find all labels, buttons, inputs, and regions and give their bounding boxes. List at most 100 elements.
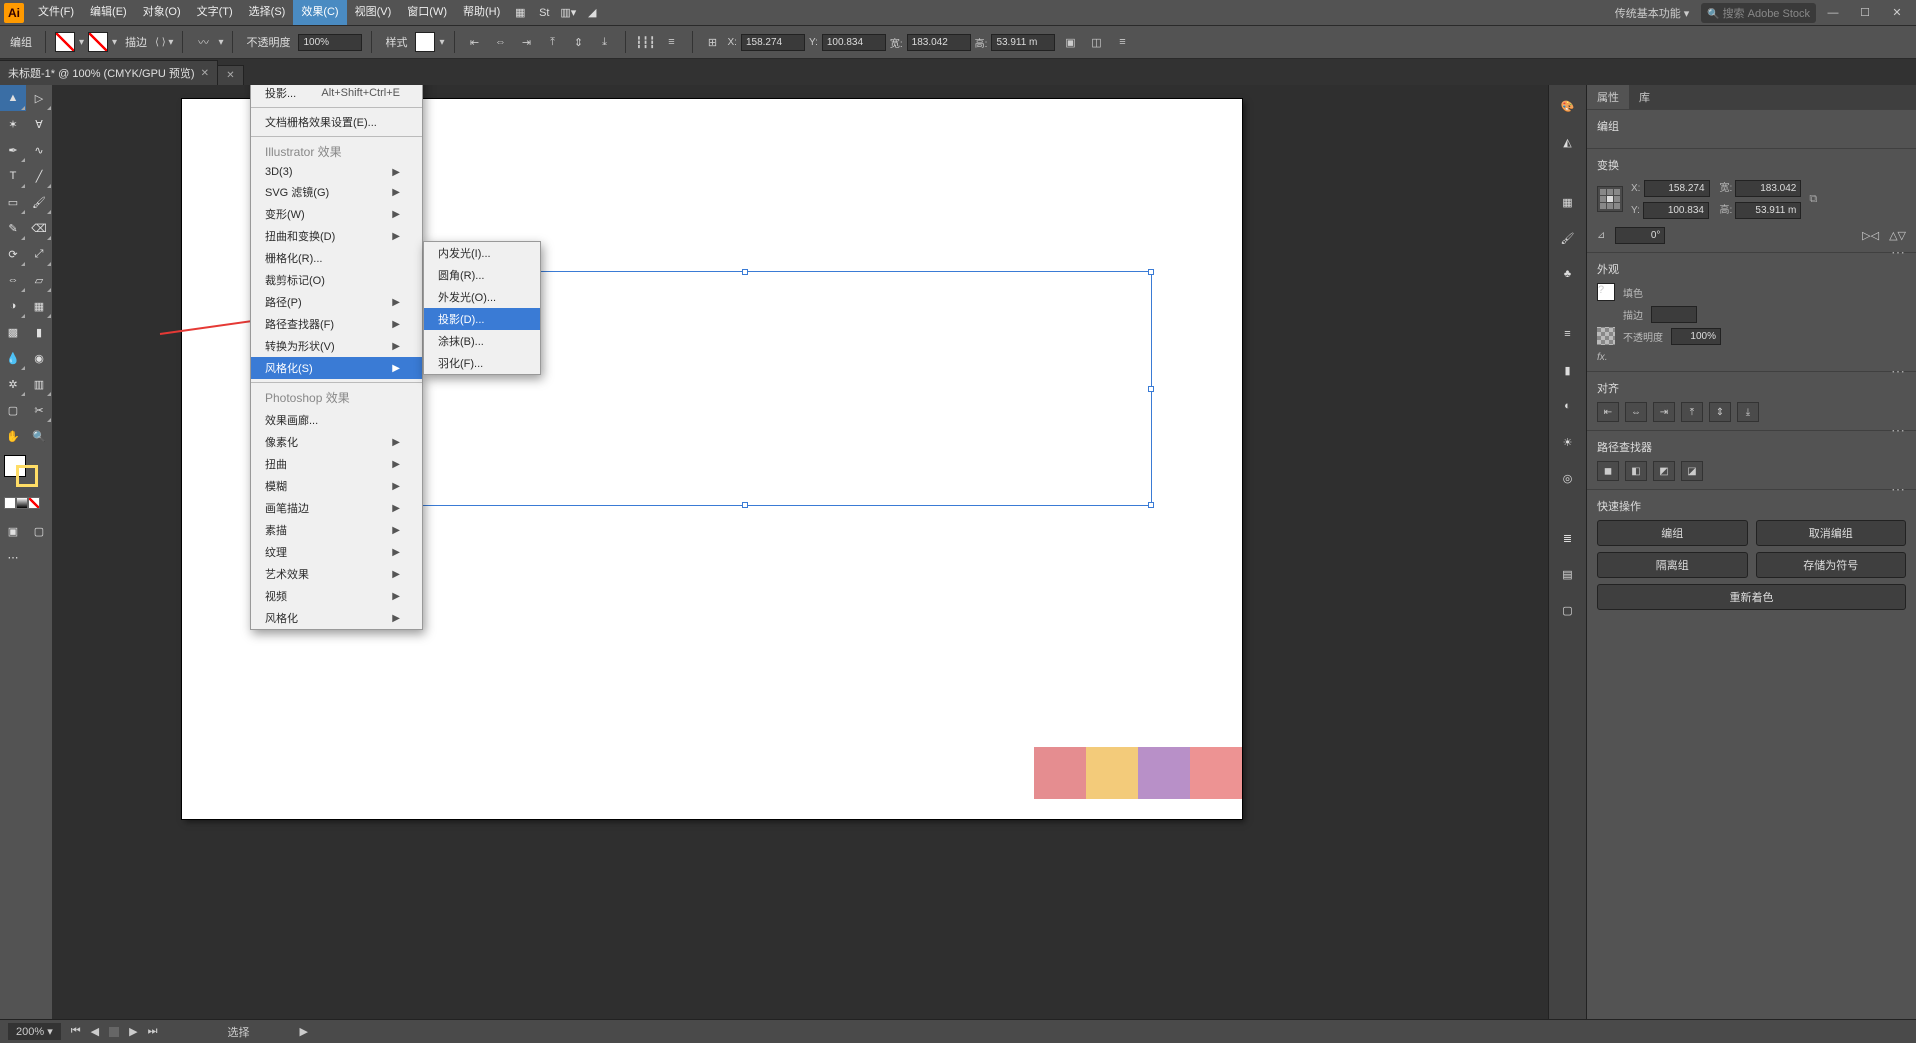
dock-colorguide-icon[interactable]: ◭ — [1555, 129, 1581, 155]
menu-stylize-ps[interactable]: 风格化▶ — [251, 607, 422, 629]
flip-v-icon[interactable]: △▽ — [1889, 229, 1906, 242]
menu-select[interactable]: 选择(S) — [241, 0, 294, 25]
gradient-tool[interactable]: ▮ — [26, 319, 52, 345]
search-stock[interactable]: 🔍 搜索 Adobe Stock — [1701, 3, 1816, 23]
dock-appearance-icon[interactable]: ☀ — [1555, 429, 1581, 455]
paintbrush-tool[interactable]: 🖌 — [26, 189, 52, 215]
distribute-v-icon[interactable]: ≡ — [661, 31, 683, 53]
window-maximize[interactable]: ☐ — [1850, 4, 1880, 22]
blend-tool[interactable]: ◉ — [26, 345, 52, 371]
window-close[interactable]: ✕ — [1882, 4, 1912, 22]
menu-rasterize[interactable]: 栅格化(R)... — [251, 247, 422, 269]
menu-file[interactable]: 文件(F) — [30, 0, 82, 25]
dock-swatches-icon[interactable]: ▦ — [1555, 189, 1581, 215]
menu-effect-gallery[interactable]: 效果画廊... — [251, 409, 422, 431]
h-input[interactable] — [991, 34, 1055, 51]
menu-effect[interactable]: 效果(C) — [293, 0, 346, 25]
menu-texture[interactable]: 纹理▶ — [251, 541, 422, 563]
align-right-icon[interactable]: ⇥ — [516, 31, 538, 53]
pathfinder-unite[interactable]: ◼ — [1597, 461, 1619, 481]
align-hcenter-btn[interactable]: ⇔ — [1625, 402, 1647, 422]
type-tool[interactable]: T — [0, 163, 26, 189]
rotate-tool[interactable]: ⟳ — [0, 241, 26, 267]
perspective-tool[interactable]: ▦ — [26, 293, 52, 319]
panel-menu-icon[interactable]: ≡ — [1111, 31, 1133, 53]
menu-object[interactable]: 对象(O) — [135, 0, 189, 25]
menu-distort-ps[interactable]: 扭曲▶ — [251, 453, 422, 475]
align-top-btn[interactable]: ⤒ — [1681, 402, 1703, 422]
toolbar-gpu-icon[interactable]: ◢ — [580, 1, 604, 25]
submenu-scribble[interactable]: 涂抹(B)... — [424, 330, 540, 352]
direct-selection-tool[interactable]: ▷ — [26, 85, 52, 111]
nav-last-icon[interactable]: ⏭ — [148, 1025, 158, 1038]
btn-symbol[interactable]: 存储为符号 — [1756, 552, 1907, 578]
flip-h-icon[interactable]: ▷◁ — [1862, 229, 1879, 242]
panel-stroke-weight[interactable] — [1651, 306, 1697, 323]
tab-libraries[interactable]: 库 — [1629, 85, 1660, 109]
submenu-inner-glow[interactable]: 内发光(I)... — [424, 242, 540, 264]
fx-label[interactable]: fx. — [1597, 352, 1608, 363]
panel-fill-swatch[interactable]: ? — [1597, 283, 1615, 301]
menu-distort-transform[interactable]: 扭曲和变换(D)▶ — [251, 225, 422, 247]
menu-convert-shape[interactable]: 转换为形状(V)▶ — [251, 335, 422, 357]
zoom-level[interactable]: 200% ▾ — [8, 1023, 61, 1040]
menu-artistic[interactable]: 艺术效果▶ — [251, 563, 422, 585]
menu-brush-strokes[interactable]: 画笔描边▶ — [251, 497, 422, 519]
curvature-tool[interactable]: ∿ — [26, 137, 52, 163]
symbol-sprayer-tool[interactable]: ✲ — [0, 371, 26, 397]
status-play-icon[interactable]: ▶ — [299, 1025, 307, 1038]
style-swatch[interactable] — [415, 32, 435, 52]
align-bottom-btn[interactable]: ⤓ — [1737, 402, 1759, 422]
w-input[interactable] — [907, 34, 971, 51]
submenu-feather[interactable]: 羽化(F)... — [424, 352, 540, 374]
magic-wand-tool[interactable]: ✶ — [0, 111, 26, 137]
submenu-round-corners[interactable]: 圆角(R)... — [424, 264, 540, 286]
pathfinder-exclude[interactable]: ◪ — [1681, 461, 1703, 481]
dock-assets-icon[interactable]: ▤ — [1555, 561, 1581, 587]
free-transform-tool[interactable]: ▱ — [26, 267, 52, 293]
close-icon[interactable]: ✕ — [201, 68, 209, 79]
toolbar-stock-icon[interactable]: St — [532, 1, 556, 25]
align-left-icon[interactable]: ⇤ — [464, 31, 486, 53]
panel-rotate-input[interactable] — [1615, 227, 1665, 244]
edit-contents-icon[interactable]: ◫ — [1085, 31, 1107, 53]
pathfinder-minus[interactable]: ◧ — [1625, 461, 1647, 481]
hand-tool[interactable]: ✋ — [0, 423, 26, 449]
nav-first-icon[interactable]: ⏮ — [71, 1025, 81, 1038]
rectangle-tool[interactable]: ▭ — [0, 189, 26, 215]
fill-swatch[interactable] — [55, 32, 75, 52]
menu-window[interactable]: 窗口(W) — [399, 0, 455, 25]
align-hcenter-icon[interactable]: ⇔ — [490, 31, 512, 53]
menu-warp[interactable]: 变形(W)▶ — [251, 203, 422, 225]
y-input[interactable] — [822, 34, 886, 51]
menu-view[interactable]: 视图(V) — [347, 0, 400, 25]
screen-mode-normal[interactable]: ▣ — [0, 518, 26, 544]
width-tool[interactable]: ⇔ — [0, 267, 26, 293]
btn-recolor[interactable]: 重新着色 — [1597, 584, 1906, 610]
eraser-tool[interactable]: ⌫ — [26, 215, 52, 241]
fill-stroke-control[interactable] — [0, 449, 52, 518]
shape-builder-tool[interactable]: ◑ — [0, 293, 26, 319]
selection-tool[interactable]: ▲ — [0, 85, 26, 111]
link-wh-icon[interactable]: ⧉ — [1809, 193, 1817, 206]
submenu-outer-glow[interactable]: 外发光(O)... — [424, 286, 540, 308]
canvas[interactable]: QIJOE QIJOE QIJOE QIJOE QIJOE QIJOE QIJO… — [52, 85, 1548, 1019]
stroke-swatch[interactable] — [88, 32, 108, 52]
dock-artboards-icon[interactable]: ▢ — [1555, 597, 1581, 623]
section-menu-icon[interactable]: ⋯ — [1891, 363, 1906, 380]
btn-group[interactable]: 编组 — [1597, 520, 1748, 546]
slice-tool[interactable]: ✂ — [26, 397, 52, 423]
toolbar-bridge-icon[interactable]: ▦ — [508, 1, 532, 25]
panel-w-input[interactable] — [1735, 180, 1801, 197]
artboard-tool[interactable]: ▢ — [0, 397, 26, 423]
submenu-drop-shadow[interactable]: 投影(D)... — [424, 308, 540, 330]
workspace-switcher[interactable]: 传统基本功能 ▾ — [1605, 5, 1700, 21]
btn-ungroup[interactable]: 取消编组 — [1756, 520, 1907, 546]
window-minimize[interactable]: — — [1818, 4, 1848, 22]
toolbar-arrange-icon[interactable]: ▥▾ — [556, 1, 580, 25]
scale-tool[interactable]: ⤢ — [26, 241, 52, 267]
menu-3d[interactable]: 3D(3)▶ — [251, 163, 422, 181]
nav-next-icon[interactable]: ▶ — [129, 1025, 137, 1038]
tab-properties[interactable]: 属性 — [1587, 85, 1629, 109]
document-tab[interactable]: 未标题-1* @ 100% (CMYK/GPU 预览)✕ — [0, 60, 218, 85]
